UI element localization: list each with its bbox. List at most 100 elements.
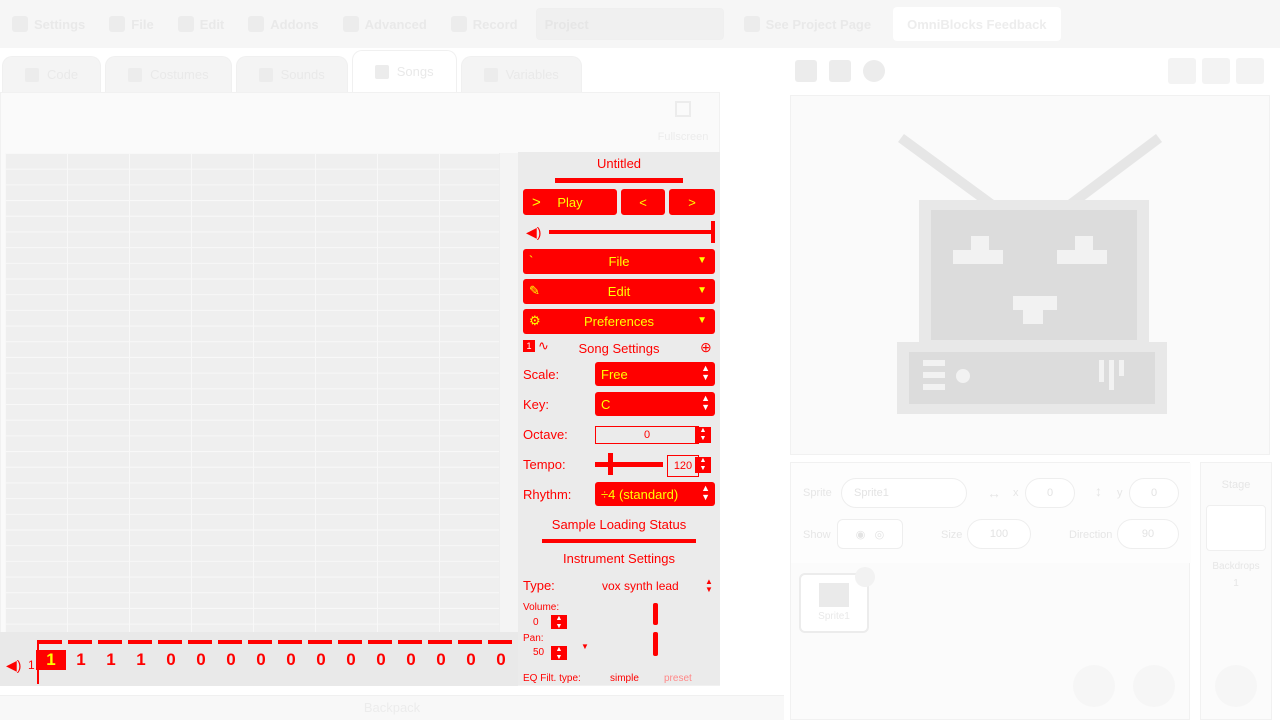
fullscreen-label: Fullscreen bbox=[657, 131, 709, 143]
pattern-cell[interactable]: 0 bbox=[186, 650, 216, 670]
small-stage-icon[interactable] bbox=[1168, 58, 1196, 84]
eq-filter-type-value[interactable]: simple bbox=[610, 673, 639, 684]
x-input[interactable]: 0 bbox=[1025, 478, 1075, 508]
pattern-cell[interactable]: 0 bbox=[486, 650, 516, 670]
pattern-cell[interactable]: 0 bbox=[426, 650, 456, 670]
advanced-menu[interactable]: Advanced bbox=[331, 0, 439, 48]
visibility-toggle[interactable]: ◉ ◎ bbox=[837, 519, 903, 549]
y-input[interactable]: 0 bbox=[1129, 478, 1179, 508]
sprite-info: Sprite Sprite1 ↔ x 0 ↕ y 0 Show ◉ ◎ Size… bbox=[791, 463, 1191, 563]
green-flag-icon[interactable] bbox=[795, 60, 817, 82]
backpack[interactable]: Backpack bbox=[0, 695, 784, 720]
rhythm-select[interactable]: ÷4 (standard) ▲ ▼ bbox=[595, 482, 715, 506]
octave-stepper[interactable]: ▲ ▼ bbox=[695, 427, 711, 443]
previous-bar-button[interactable]: < bbox=[621, 189, 665, 215]
eye-icon[interactable]: ◉ bbox=[856, 528, 866, 541]
eq-filter-extra-value[interactable]: preset bbox=[664, 673, 692, 684]
song-title-underline bbox=[555, 178, 683, 183]
grid-scrollbar[interactable] bbox=[499, 153, 519, 633]
pattern-cell[interactable]: 0 bbox=[306, 650, 336, 670]
file-dropdown[interactable]: ` File ▼ bbox=[523, 249, 715, 274]
tab-variables[interactable]: Variables bbox=[460, 56, 582, 92]
tab-code[interactable]: Code bbox=[2, 56, 102, 92]
pattern-cell[interactable]: 1 bbox=[66, 650, 96, 670]
tab-code-label: Code bbox=[47, 67, 79, 82]
pause-icon[interactable] bbox=[829, 60, 851, 82]
stop-icon[interactable] bbox=[863, 60, 885, 82]
pattern-cell[interactable]: 0 bbox=[246, 650, 276, 670]
tab-costumes[interactable]: Costumes bbox=[105, 56, 232, 92]
pattern-cell[interactable]: 1 bbox=[96, 650, 126, 670]
size-label: Size bbox=[941, 529, 963, 541]
pattern-cell[interactable]: 0 bbox=[156, 650, 186, 670]
direction-input[interactable]: 90 bbox=[1117, 519, 1179, 549]
scale-select[interactable]: Free ▲ ▼ bbox=[595, 362, 715, 386]
bar-marker bbox=[128, 640, 152, 644]
sprite-name-input[interactable]: Sprite1 bbox=[841, 478, 967, 508]
pattern-cell[interactable]: 0 bbox=[336, 650, 366, 670]
volume-label: Volume: bbox=[523, 602, 560, 613]
add-backdrop-icon[interactable] bbox=[1215, 665, 1257, 707]
record-menu[interactable]: Record bbox=[439, 0, 530, 48]
sample-loading-status: Sample Loading Status bbox=[551, 517, 687, 532]
instrument-type-label: Type: bbox=[523, 578, 555, 593]
see-project-page-link[interactable]: See Project Page bbox=[732, 0, 884, 48]
pattern-cell[interactable]: 0 bbox=[276, 650, 306, 670]
size-input[interactable]: 100 bbox=[967, 519, 1031, 549]
pattern-cell[interactable]: 0 bbox=[456, 650, 486, 670]
sprite-label: Sprite bbox=[803, 487, 832, 499]
settings-menu[interactable]: Settings bbox=[0, 0, 97, 48]
fullscreen-stage-icon[interactable] bbox=[1236, 58, 1264, 84]
octave-input[interactable]: 0 bbox=[595, 426, 699, 444]
move-icon[interactable]: ⊕ bbox=[700, 339, 712, 356]
caret-down-icon: ▼ bbox=[581, 642, 589, 651]
key-select[interactable]: C ▲ ▼ bbox=[595, 392, 715, 416]
chevron-down-icon: ▼ bbox=[697, 285, 707, 296]
tempo-slider[interactable] bbox=[595, 453, 663, 475]
fullscreen-button[interactable]: Fullscreen bbox=[653, 101, 713, 143]
add-sprite-icon[interactable] bbox=[1133, 665, 1175, 707]
volume-slider[interactable] bbox=[549, 221, 715, 243]
bar-markers bbox=[38, 640, 516, 644]
tempo-stepper[interactable]: ▲ ▼ bbox=[695, 457, 711, 473]
edit-dropdown[interactable]: ✎ Edit ▼ bbox=[523, 279, 715, 304]
pan-stepper[interactable]: ▲ ▼ bbox=[551, 646, 567, 661]
instrument-type-select[interactable]: vox synth lead bbox=[602, 579, 679, 593]
stage-controls bbox=[795, 60, 885, 82]
preferences-dropdown[interactable]: ⚙ Preferences ▼ bbox=[523, 309, 715, 334]
pattern-cell[interactable]: 1 bbox=[126, 650, 156, 670]
instrument-pan-knob[interactable] bbox=[653, 632, 658, 656]
edit-menu[interactable]: Edit bbox=[166, 0, 237, 48]
play-button[interactable]: > Play bbox=[523, 189, 617, 215]
addons-menu[interactable]: Addons bbox=[236, 0, 330, 48]
volume-stepper[interactable]: ▲ ▼ bbox=[551, 615, 567, 630]
stage-canvas[interactable] bbox=[790, 95, 1270, 455]
tab-sounds[interactable]: Sounds bbox=[235, 56, 348, 92]
pattern-cell[interactable]: 0 bbox=[216, 650, 246, 670]
song-title[interactable]: Untitled bbox=[518, 156, 720, 171]
brush-icon bbox=[128, 67, 143, 82]
stage-thumbnail[interactable] bbox=[1206, 505, 1266, 551]
pattern-cell[interactable]: 0 bbox=[366, 650, 396, 670]
instrument-volume-knob[interactable] bbox=[653, 603, 658, 625]
file-menu[interactable]: File bbox=[97, 0, 165, 48]
large-stage-icon[interactable] bbox=[1202, 58, 1230, 84]
search-icon[interactable] bbox=[1073, 665, 1115, 707]
volume-slider-thumb[interactable] bbox=[711, 221, 715, 243]
bar-marker bbox=[458, 640, 482, 644]
backdrops-count: 1 bbox=[1233, 578, 1239, 589]
speaker-icon[interactable]: ◀) bbox=[6, 657, 21, 674]
tab-songs[interactable]: Songs bbox=[351, 50, 457, 92]
tempo-slider-thumb[interactable] bbox=[607, 453, 613, 475]
trash-icon[interactable] bbox=[855, 567, 875, 587]
pattern-cell[interactable]: 0 bbox=[396, 650, 426, 670]
project-title-input[interactable]: Project bbox=[535, 8, 724, 40]
next-bar-button[interactable]: > bbox=[669, 189, 715, 215]
note-grid[interactable] bbox=[5, 153, 499, 633]
feedback-button[interactable]: OmniBlocks Feedback bbox=[893, 7, 1061, 41]
select-arrows-icon: ▲ ▼ bbox=[705, 577, 713, 594]
eye-slash-icon[interactable]: ◎ bbox=[875, 528, 885, 541]
pattern-cell[interactable]: 1 bbox=[36, 650, 66, 670]
instrument-settings-heading: Instrument Settings bbox=[563, 551, 675, 566]
sprite-thumbnail[interactable]: Sprite1 bbox=[799, 567, 875, 633]
